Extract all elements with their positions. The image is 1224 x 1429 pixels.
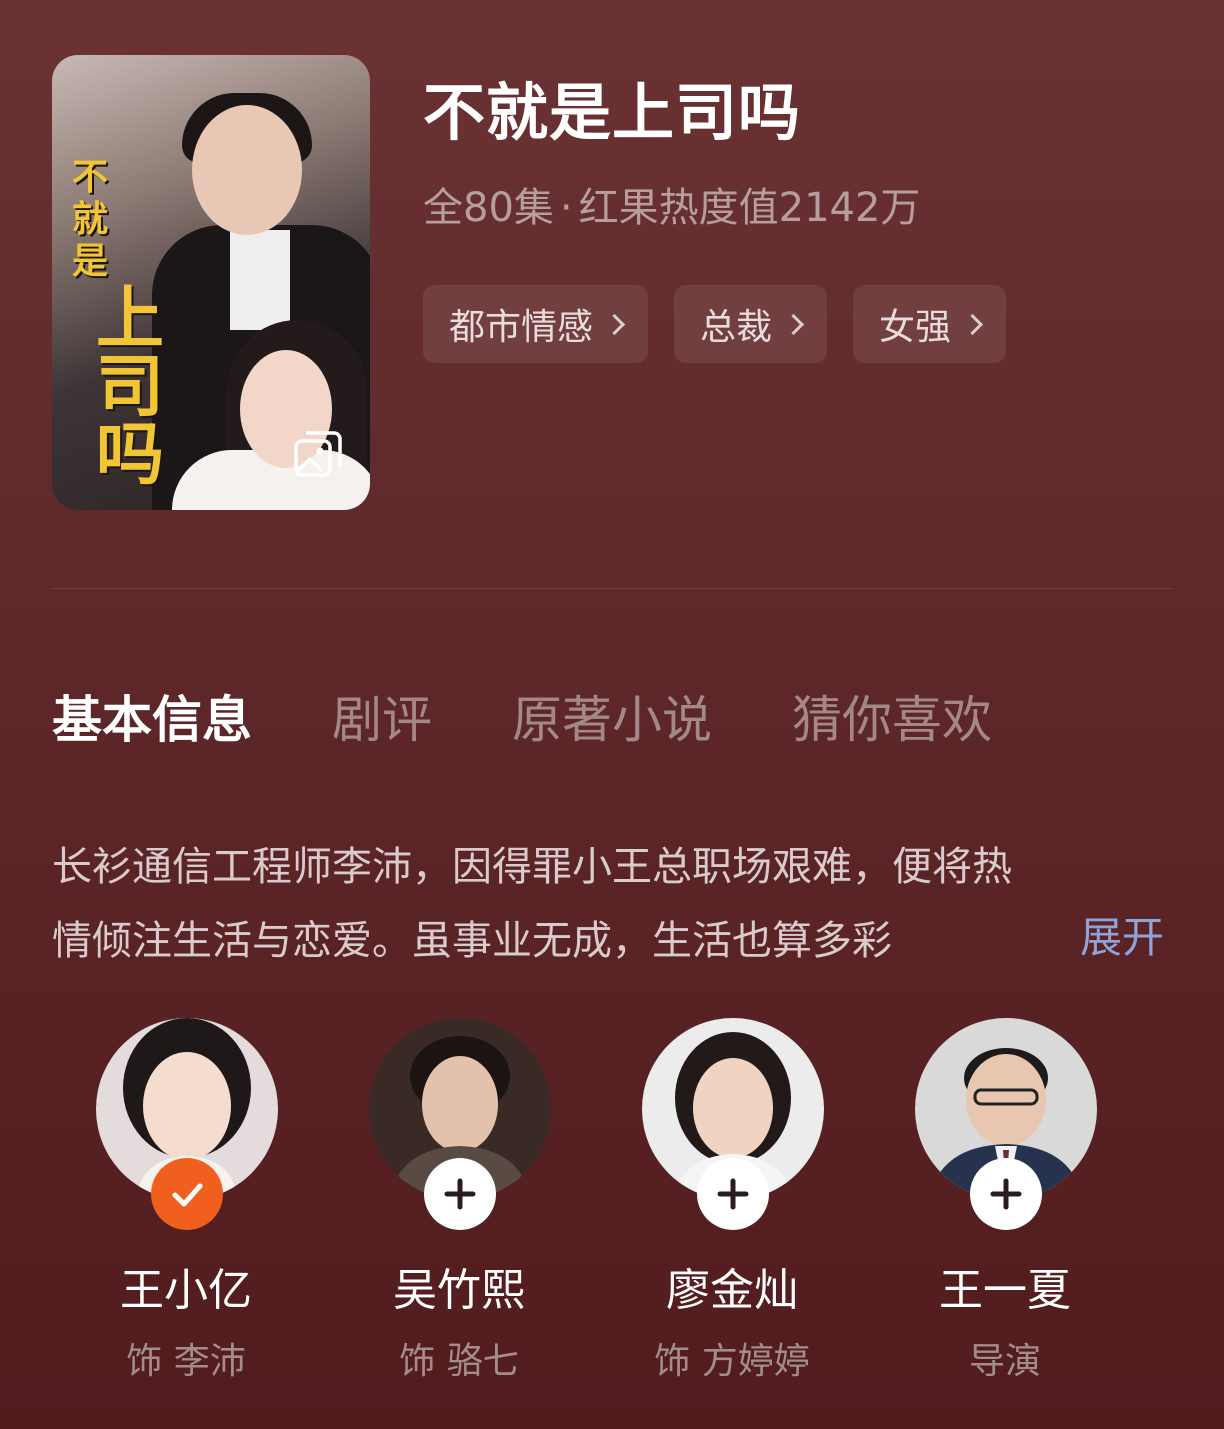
meta-separator: · — [559, 185, 573, 231]
followed-badge[interactable] — [151, 1158, 223, 1230]
tag-label: 总裁 — [700, 307, 773, 348]
genre-tags: 都市情感 总裁 女强 — [423, 285, 1007, 363]
synopsis-line: 情倾注生活与恋爱。虽事业无成，生活也算多彩 — [52, 918, 892, 964]
drama-poster[interactable]: 不 就 是 上 司 吗 — [52, 55, 370, 510]
follow-badge[interactable] — [697, 1158, 769, 1230]
tab-reviews[interactable]: 剧评 — [332, 680, 432, 752]
tag-label: 女强 — [879, 307, 952, 348]
poster-art — [230, 230, 290, 330]
drama-title: 不就是上司吗 — [423, 76, 802, 149]
cast-role: 饰 骆七 — [399, 1341, 519, 1382]
tag-strong-female[interactable]: 女强 — [853, 285, 1007, 363]
tag-ceo[interactable]: 总裁 — [674, 285, 828, 363]
section-divider — [52, 588, 1172, 589]
cast-name: 廖金灿 — [666, 1265, 798, 1316]
popularity-score: 红果热度值2142万 — [578, 185, 921, 231]
tag-urban-romance[interactable]: 都市情感 — [423, 285, 649, 363]
plus-icon — [444, 1178, 476, 1210]
poster-title-char: 是 — [72, 241, 109, 282]
episode-count: 全80集 — [423, 185, 554, 231]
poster-title-char: 上 — [96, 280, 165, 359]
tab-recommendations[interactable]: 猜你喜欢 — [792, 680, 992, 752]
cast-name: 吴竹熙 — [393, 1265, 525, 1316]
detail-tabs: 基本信息 剧评 原著小说 猜你喜欢 — [52, 680, 1072, 752]
follow-badge[interactable] — [424, 1158, 496, 1230]
drama-meta: 全80集 · 红果热度值2142万 — [423, 175, 920, 233]
plus-icon — [990, 1178, 1022, 1210]
image-gallery-icon[interactable] — [290, 427, 346, 483]
chevron-right-icon — [782, 313, 805, 335]
synopsis-text: 长衫通信工程师李沛，因得罪小王总职场艰难，便将热 情倾注生活与恋爱。虽事业无成，… — [52, 830, 1172, 978]
cast-name: 王小亿 — [120, 1265, 252, 1316]
tag-label: 都市情感 — [449, 307, 594, 348]
plus-icon — [717, 1178, 749, 1210]
expand-synopsis-link[interactable]: 展开 — [1080, 904, 1164, 965]
chevron-right-icon — [603, 313, 626, 335]
follow-badge[interactable] — [970, 1158, 1042, 1230]
cast-name: 王一夏 — [939, 1265, 1071, 1316]
poster-title-char: 吗 — [96, 416, 165, 495]
checkmark-icon — [172, 1183, 203, 1207]
tab-original-novel[interactable]: 原著小说 — [512, 680, 712, 752]
poster-art — [192, 105, 302, 235]
cast-role: 饰 方婷婷 — [654, 1341, 810, 1382]
poster-title-char: 司 — [96, 348, 165, 427]
chevron-right-icon — [961, 313, 984, 335]
synopsis-line: 长衫通信工程师李沛，因得罪小王总职场艰难，便将热 — [52, 844, 1012, 890]
cast-role: 饰 李沛 — [126, 1341, 246, 1382]
poster-title-char: 不 — [72, 157, 109, 198]
poster-title-art: 不 就 是 上 司 吗 — [68, 160, 168, 490]
tab-basic-info[interactable]: 基本信息 — [52, 680, 252, 752]
cast-role: 导演 — [968, 1341, 1041, 1382]
poster-title-char: 就 — [72, 199, 109, 240]
